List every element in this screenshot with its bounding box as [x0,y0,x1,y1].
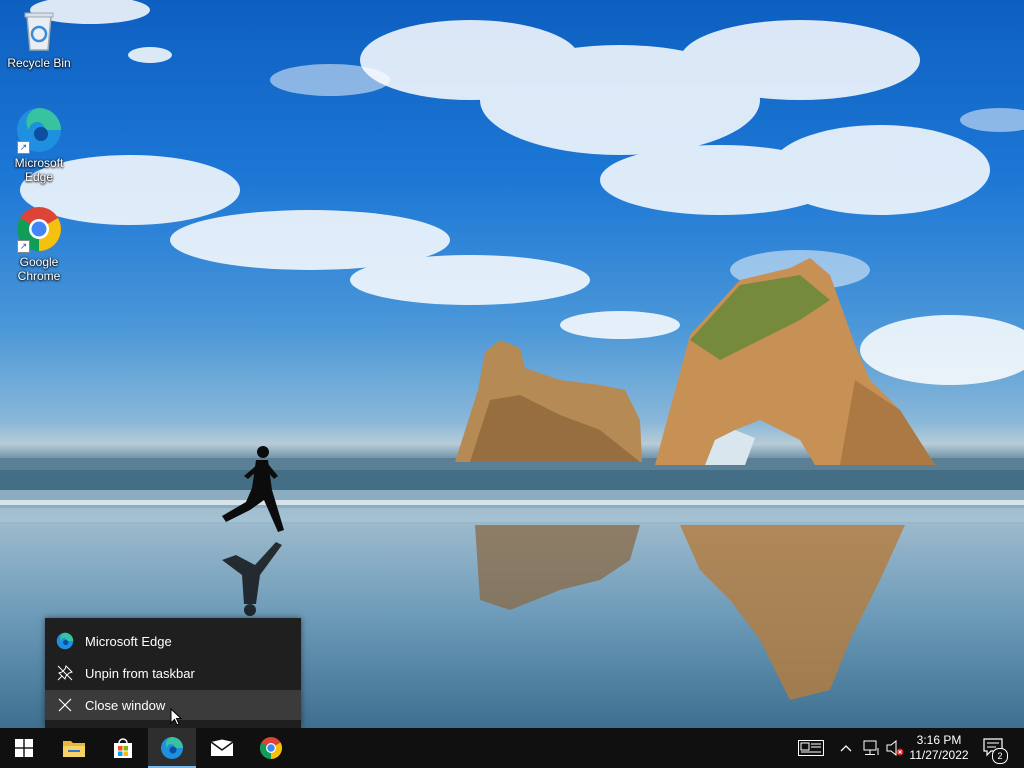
desktop-icon-chrome[interactable]: ↗ Google Chrome [1,205,77,283]
desktop-icon-label: Google Chrome [17,255,61,283]
windows-start-icon [15,739,33,757]
show-hidden-icons-button[interactable] [836,728,856,768]
desktop[interactable]: Recycle Bin ↗ Microsoft Edge ↗ Google Ch… [0,0,1024,728]
start-button[interactable] [0,728,48,768]
news-icon [798,740,824,756]
unpin-icon [45,665,85,681]
edge-icon [161,737,183,759]
jumplist-item-label: Unpin from taskbar [85,665,195,681]
clock-date: 11/27/2022 [909,748,969,762]
volume-button[interactable] [884,728,906,768]
network-button[interactable] [860,728,882,768]
clock-button[interactable]: 3:16 PM 11/27/2022 [904,728,974,768]
desktop-icon-edge[interactable]: ↗ Microsoft Edge [1,106,77,184]
network-icon [863,740,879,755]
edge-icon [45,632,85,650]
jumplist-item-label: Microsoft Edge [85,633,172,649]
taskbar-google-chrome[interactable] [247,728,295,768]
news-widget-button[interactable] [794,728,828,768]
jumplist-item-microsoft-edge[interactable]: Microsoft Edge [45,626,301,656]
mouse-cursor-icon [170,708,182,726]
notification-center-button[interactable]: 2 [980,728,1008,768]
shortcut-arrow-icon: ↗ [17,141,30,154]
folder-icon [63,741,85,757]
edge-icon: ↗ [15,106,63,154]
taskbar-microsoft-store[interactable] [99,728,147,768]
taskbar-microsoft-edge[interactable] [148,728,196,768]
taskbar: 3:16 PM 11/27/2022 2 [0,728,1024,768]
desktop-icon-label: Recycle Bin [7,56,71,70]
store-icon [114,738,132,758]
shortcut-arrow-icon: ↗ [17,240,30,253]
recycle-bin-icon [15,6,63,54]
desktop-icon-label: Microsoft Edge [14,156,64,184]
chrome-icon: ↗ [15,205,63,253]
mail-icon [210,739,234,756]
chevron-up-icon [840,745,852,752]
taskbar-file-explorer[interactable] [50,728,98,768]
desktop-icon-recycle-bin[interactable]: Recycle Bin [1,6,77,70]
taskbar-mail[interactable] [198,728,246,768]
close-icon [45,698,85,712]
jumplist-item-label: Close window [85,697,166,713]
notification-count-badge: 2 [992,748,1008,764]
jumplist-item-unpin[interactable]: Unpin from taskbar [45,658,301,688]
clock-time: 3:16 PM [916,733,962,747]
volume-muted-icon [886,740,904,756]
chrome-icon [260,737,282,759]
